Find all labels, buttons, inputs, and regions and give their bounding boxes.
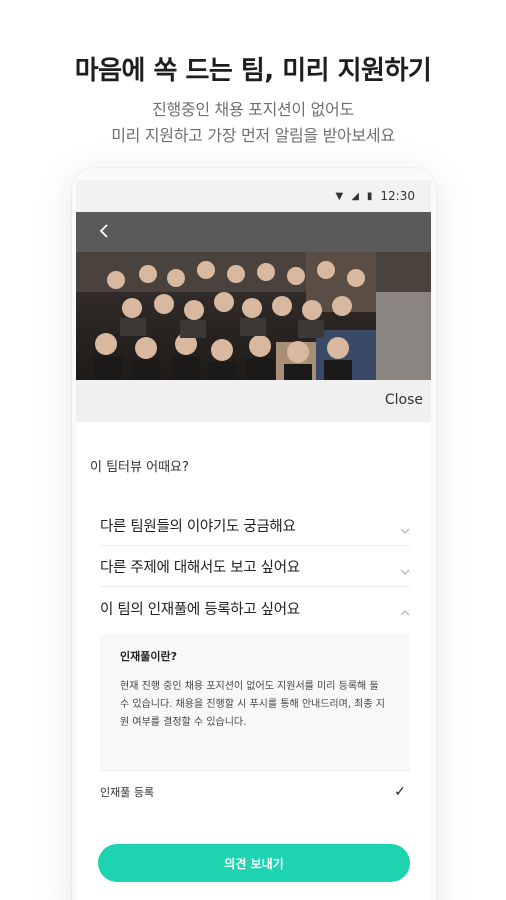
chevron-left-icon[interactable]	[94, 220, 116, 242]
promo-title: 마음에 쏙 드는 팀, 미리 지원하기	[74, 56, 432, 86]
checkmark-icon: ✓	[394, 783, 406, 800]
option-other-members[interactable]: 다른 팀원들의 이야기도 궁금해요	[100, 506, 410, 546]
app-header	[76, 212, 431, 252]
promo-subtitle-line2: 미리 지원하고 가장 먼저 알림을 받아보세요	[111, 126, 395, 145]
chevron-up-icon	[400, 603, 410, 616]
wifi-icon: ▼	[335, 190, 344, 202]
team-photo	[76, 252, 431, 380]
status-time: 12:30	[380, 189, 415, 203]
close-button[interactable]: Close	[385, 392, 423, 408]
send-feedback-button[interactable]: 의견 보내기	[98, 844, 410, 882]
register-label: 인재풀 등록	[100, 785, 155, 799]
promo-subtitle-line1: 진행중인 채용 포지션이 없어도	[152, 100, 354, 119]
battery-icon: ▮	[366, 190, 373, 202]
detail-body: 현재 진행 중인 채용 포지션이 없어도 지원서를 미리 등록해 둘 수 있습니…	[120, 681, 385, 728]
option-talent-pool[interactable]: 이 팀의 인재풀에 등록하고 싶어요	[100, 588, 410, 628]
option-other-topics[interactable]: 다른 주제에 대해서도 보고 싶어요	[100, 547, 410, 587]
talent-pool-detail: 인재풀이란? 현재 진행 중인 채용 포지션이 없어도 지원서를 미리 등록해 …	[100, 634, 410, 770]
detail-title: 인재풀이란?	[120, 650, 177, 663]
option-label: 다른 팀원들의 이야기도 궁금해요	[100, 519, 296, 535]
talent-pool-register-option[interactable]: 인재풀 등록 ✓	[100, 770, 410, 812]
option-label: 이 팀의 인재풀에 등록하고 싶어요	[100, 601, 300, 618]
question-title: 이 팀터뷰 어때요?	[90, 460, 189, 475]
status-bar: ▼ ◢ ▮ 12:30	[76, 180, 431, 212]
option-label: 다른 주제에 대해서도 보고 싶어요	[100, 560, 300, 576]
chevron-down-icon	[400, 521, 410, 534]
app-screen: ▼ ◢ ▮ 12:30 Close 이 팀터뷰 어때요? 다른 팀원들의 이야기…	[76, 180, 431, 900]
chevron-down-icon	[400, 562, 410, 575]
close-bar: Close	[76, 380, 431, 422]
signal-icon: ◢	[351, 190, 359, 202]
